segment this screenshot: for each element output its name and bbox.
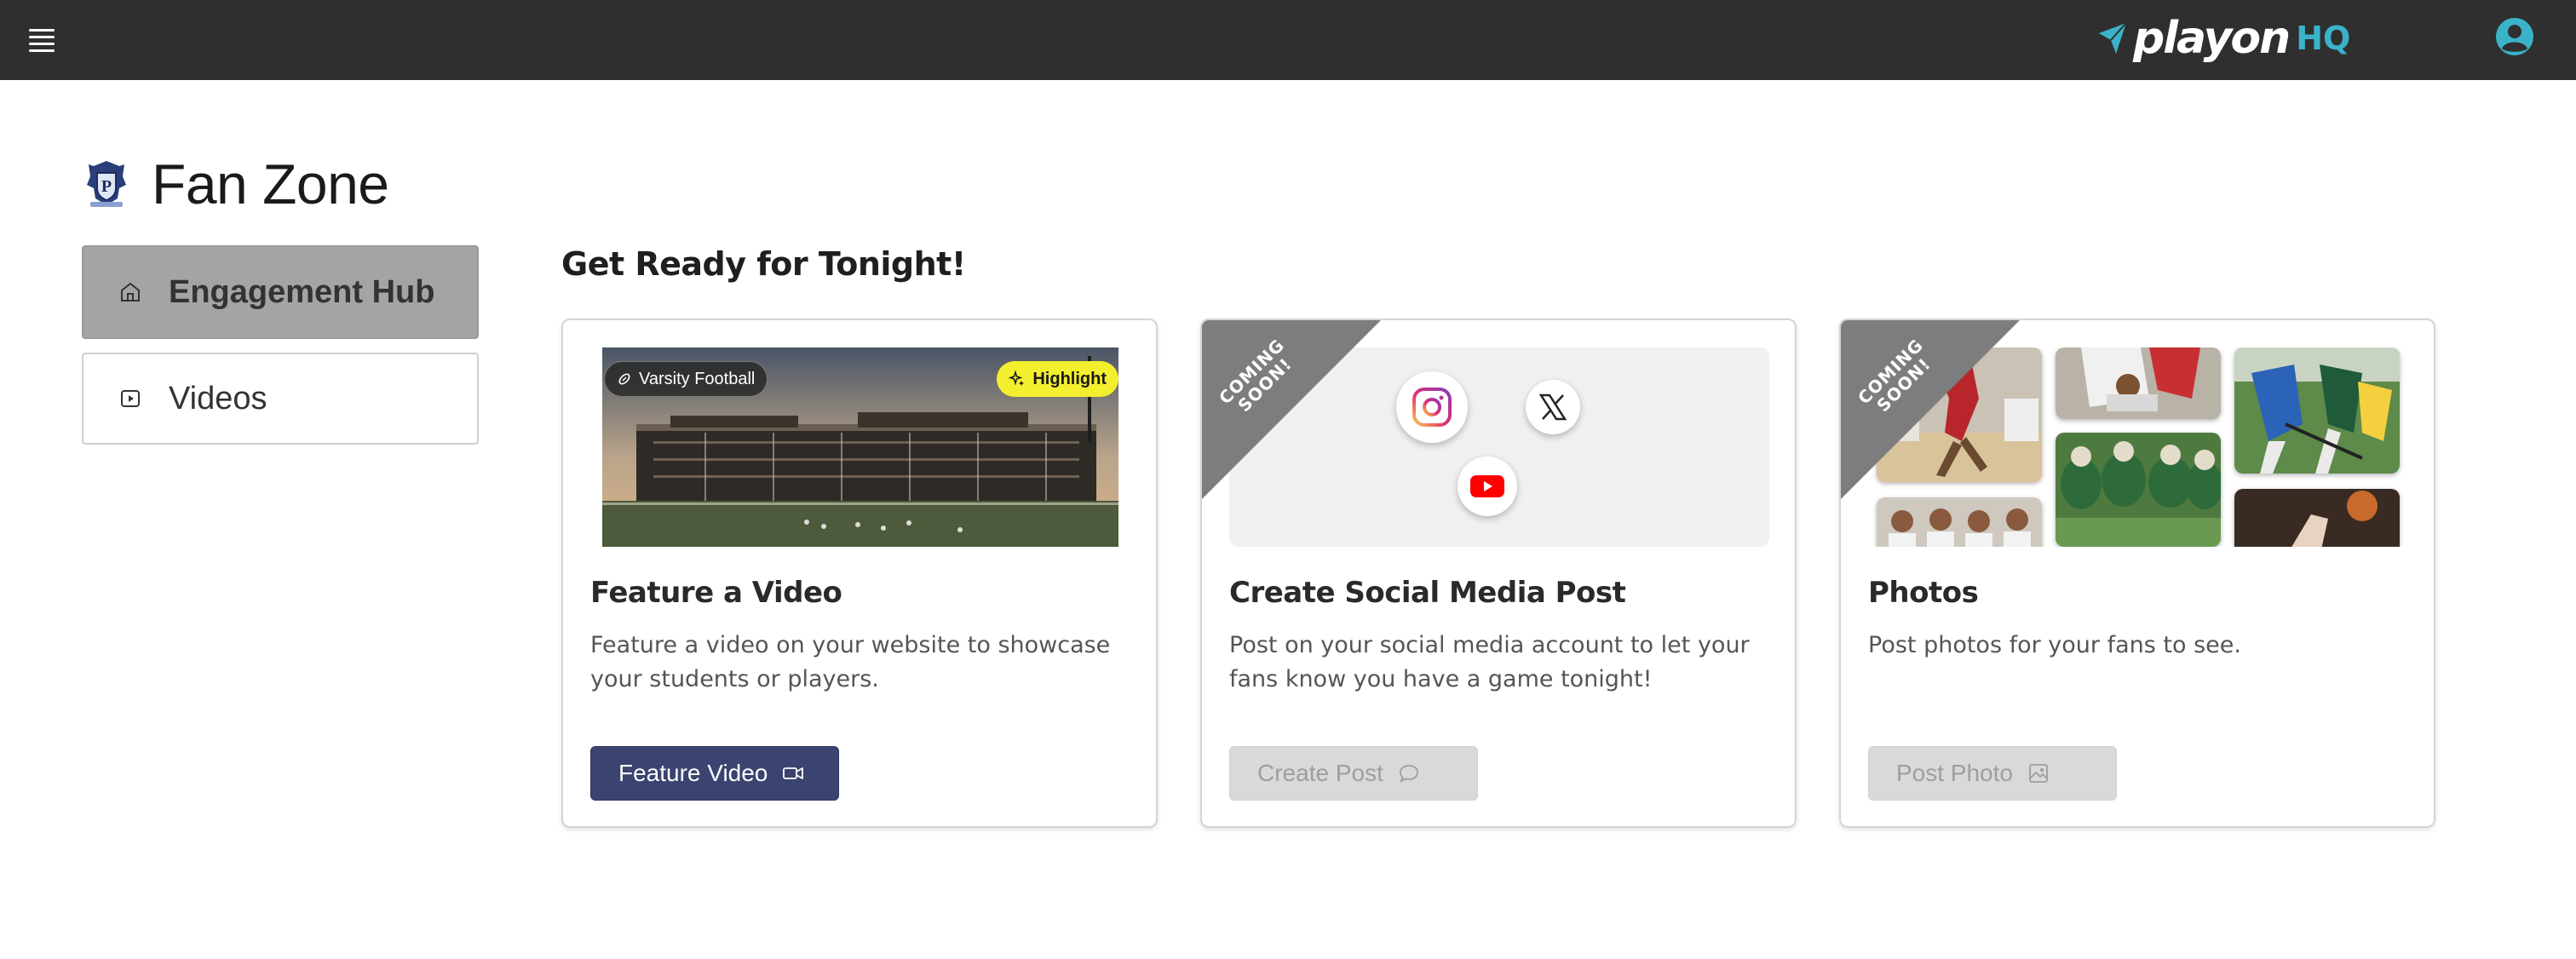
card-title: Photos [1868, 576, 1979, 610]
button-label: Create Post [1257, 760, 1383, 786]
button-label: Post Photo [1896, 760, 2013, 786]
section-title: Get Ready for Tonight! [561, 245, 966, 283]
volleyball-team-photo [1877, 497, 2042, 547]
x-icon [1526, 380, 1580, 434]
page-title: Fan Zone [152, 152, 389, 215]
card-title: Create Social Media Post [1229, 576, 1626, 610]
top-app-bar: playon HQ [0, 0, 2576, 80]
badge-label: Highlight [1032, 369, 1107, 388]
post-photo-button[interactable]: Post Photo [1868, 746, 2117, 801]
nav-item-videos[interactable]: Videos [82, 353, 479, 445]
highlight-badge: Highlight [997, 361, 1118, 397]
hamburger-menu-icon[interactable] [26, 24, 60, 55]
social-media-post-card: COMING SOON! Create Social Media Post Po… [1200, 319, 1797, 828]
card-description: Post on your social media account to let… [1229, 632, 1750, 692]
nav-item-engagement-hub[interactable]: Engagement Hub [82, 245, 479, 339]
svg-text:P: P [101, 177, 112, 196]
create-post-button[interactable]: Create Post [1229, 746, 1478, 801]
card-description: Post photos for your fans to see. [1868, 632, 2241, 658]
feature-video-button[interactable]: Feature Video [590, 746, 839, 801]
nav-item-label: Engagement Hub [169, 273, 435, 310]
chat-bubble-icon [1399, 765, 1418, 783]
school-crest-icon: P [87, 161, 126, 207]
basketball-shot-photo [2234, 489, 2400, 547]
football-icon [618, 373, 630, 385]
football-players-photo [2056, 347, 2221, 419]
paper-plane-icon [2099, 22, 2127, 54]
brand-suffix: HQ [2296, 20, 2351, 57]
coming-soon-ribbon: COMING SOON! [1202, 320, 1381, 499]
card-description: Feature a video on your website to showc… [590, 632, 1111, 692]
page-header: P Fan Zone [82, 152, 389, 216]
photos-card: COMING SOON! Photos Post photos for your… [1839, 319, 2435, 828]
youtube-icon [1458, 457, 1517, 516]
coming-soon-ribbon: COMING SOON! [1841, 320, 2020, 499]
card-title: Feature a Video [590, 576, 842, 610]
image-icon [2029, 764, 2048, 783]
video-camera-icon [783, 767, 804, 779]
field-hockey-photo [2234, 347, 2400, 474]
account-circle-icon[interactable] [2495, 17, 2534, 56]
playon-hq-logo[interactable]: playon HQ [2097, 9, 2350, 68]
home-icon [121, 282, 140, 301]
nav-item-label: Videos [169, 380, 267, 416]
varsity-football-tag: Varsity Football [604, 361, 768, 397]
football-line-photo [2056, 433, 2221, 547]
brand-name: playon [2133, 13, 2291, 64]
video-thumbnail[interactable]: Varsity Football Highlight [590, 347, 1130, 547]
sparkle-icon [1009, 370, 1025, 386]
feature-video-card: Varsity Football Highlight Feature a Vid… [561, 319, 1158, 828]
tag-label: Varsity Football [639, 369, 756, 388]
instagram-icon [1396, 371, 1468, 443]
play-icon [121, 390, 140, 407]
button-label: Feature Video [618, 760, 768, 786]
